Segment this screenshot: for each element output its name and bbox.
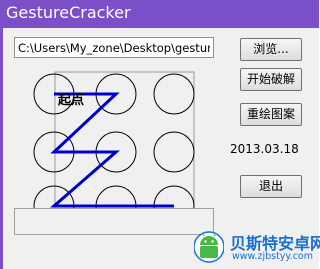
title-bar[interactable]: GestureCracker bbox=[0, 0, 319, 28]
pattern-path-line bbox=[49, 92, 174, 208]
pattern-node-6 bbox=[153, 131, 195, 173]
site-watermark: 贝斯特安卓网 www.zjbstyy.com bbox=[190, 228, 320, 266]
window-title: GestureCracker bbox=[6, 3, 131, 22]
start-point-label: 起点 bbox=[58, 93, 85, 108]
android-robot-icon bbox=[194, 231, 224, 263]
status-field bbox=[14, 208, 214, 235]
watermark-url: www.zjbstyy.com bbox=[232, 251, 313, 262]
app-window: GestureCracker 浏览... 开始破解 重绘图案 2013.03.1… bbox=[0, 0, 320, 269]
pattern-node-3 bbox=[153, 73, 195, 115]
